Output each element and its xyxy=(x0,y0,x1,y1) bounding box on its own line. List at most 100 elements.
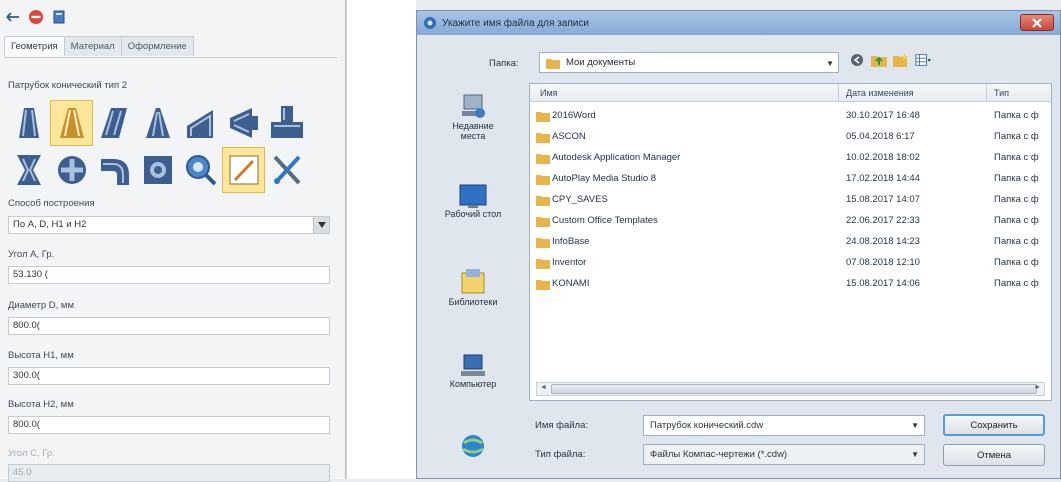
file-row[interactable]: AutoPlay Media Studio 8 17.02.2018 14:44… xyxy=(530,169,1051,190)
file-date: 10.02.2018 18:02 xyxy=(846,152,920,163)
place-computer-label: Компьютер xyxy=(449,379,497,389)
chevron-down-icon[interactable]: ▼ xyxy=(911,421,919,430)
tile-wedge-icon[interactable] xyxy=(180,101,221,145)
file-row[interactable]: ASCON 05.04.2018 6:17 Папка с ф xyxy=(530,127,1051,148)
col-type-header[interactable]: Тип xyxy=(994,88,1009,98)
folder-icon xyxy=(546,58,560,69)
place-desktop-label: Рабочий стол xyxy=(444,209,502,219)
tile-search-icon[interactable] xyxy=(180,148,221,192)
back-icon[interactable] xyxy=(849,52,865,68)
file-row[interactable]: Inventor 07.08.2018 12:10 Папка с ф xyxy=(530,253,1051,274)
view-menu-icon[interactable] xyxy=(915,52,931,68)
dialog-title: Укажите имя файла для записи xyxy=(442,17,589,29)
col-divider[interactable] xyxy=(986,84,987,102)
place-computer[interactable]: Компьютер xyxy=(423,351,523,389)
save-button[interactable]: Сохранить xyxy=(943,414,1045,436)
file-name: AutoPlay Media Studio 8 xyxy=(552,173,657,184)
angle-a-label: Угол A, Гр. xyxy=(8,249,55,260)
height-h2-input[interactable]: 800.0( xyxy=(8,416,330,434)
col-date-header[interactable]: Дата изменения xyxy=(846,88,914,98)
save-file-dialog: Укажите имя файла для записи Папка: Мои … xyxy=(416,10,1061,479)
tab-geometry[interactable]: Геометрия xyxy=(4,36,65,56)
tab-design[interactable]: Оформление xyxy=(120,36,194,56)
col-divider[interactable] xyxy=(838,84,839,102)
new-folder-icon[interactable] xyxy=(893,52,909,68)
chevron-down-icon[interactable] xyxy=(313,217,329,233)
tile-elbow-icon[interactable] xyxy=(94,148,135,192)
folder-label: Папка: xyxy=(489,58,519,69)
diameter-d-input[interactable]: 800.0( xyxy=(8,317,330,335)
stop-icon[interactable] xyxy=(27,8,45,26)
place-libraries[interactable]: Библиотеки xyxy=(423,267,523,307)
dialog-titlebar: Укажите имя файла для записи xyxy=(417,11,1060,35)
horizontal-scrollbar[interactable]: ◄ ► xyxy=(536,382,1045,396)
filetype-select[interactable]: Файлы Компас-чертежи (*.cdw) ▼ xyxy=(643,444,925,465)
tile-slanted-pipe-icon[interactable] xyxy=(94,101,135,145)
scroll-right-icon[interactable]: ► xyxy=(1034,384,1041,391)
tile-double-cone-icon[interactable] xyxy=(8,148,49,192)
up-folder-icon[interactable] xyxy=(871,52,887,68)
nav-toolbar xyxy=(849,52,931,68)
cancel-button[interactable]: Отмена xyxy=(943,444,1045,466)
libraries-icon xyxy=(461,269,485,294)
folder-icon xyxy=(536,217,550,227)
section-title: Патрубок конический тип 2 xyxy=(8,80,128,91)
file-type: Папка с ф xyxy=(994,173,1039,184)
filename-value: Патрубок конический.cdw xyxy=(650,420,764,431)
tile-straight-pipe-icon[interactable] xyxy=(8,101,49,145)
height-h1-input[interactable]: 300.0( xyxy=(8,367,330,385)
file-row[interactable]: Autodesk Application Manager 10.02.2018 … xyxy=(530,148,1051,169)
filename-input[interactable]: Патрубок конический.cdw ▼ xyxy=(643,415,925,436)
height-h1-label: Высота H1, мм xyxy=(8,350,74,361)
filetype-value: Файлы Компас-чертежи (*.cdw) xyxy=(650,449,788,460)
place-network[interactable] xyxy=(423,431,523,461)
file-row[interactable]: KONAMI 15.08.2017 14:06 Папка с ф xyxy=(530,274,1051,295)
place-desktop[interactable]: Рабочий стол xyxy=(423,183,523,219)
back-arrow-icon[interactable] xyxy=(4,8,22,26)
tile-tools-icon[interactable] xyxy=(266,148,307,192)
file-type: Папка с ф xyxy=(994,131,1039,142)
filename-label: Имя файла: xyxy=(535,420,589,431)
file-date: 05.04.2018 6:17 xyxy=(846,131,915,142)
file-name: 2016Word xyxy=(552,110,596,121)
file-row[interactable]: 2016Word 30.10.2017 16:48 Папка с ф xyxy=(530,106,1051,127)
tile-cone-icon[interactable] xyxy=(137,101,178,145)
col-name-header[interactable]: Имя xyxy=(540,88,558,98)
file-date: 17.02.2018 14:44 xyxy=(846,173,920,184)
tab-divider xyxy=(4,57,337,58)
tile-square-round-icon[interactable] xyxy=(137,148,178,192)
file-type: Папка с ф xyxy=(994,152,1039,163)
drawing-area xyxy=(346,0,416,479)
file-name: InfoBase xyxy=(552,236,590,247)
chevron-down-icon[interactable]: ▼ xyxy=(826,59,834,68)
chevron-down-icon[interactable]: ▼ xyxy=(911,450,919,459)
help-book-icon[interactable] xyxy=(50,8,68,26)
filetype-label: Тип файла: xyxy=(535,449,586,460)
folder-value: Мои документы xyxy=(566,57,636,68)
file-row[interactable]: CPY_SAVES 15.08.2017 14:07 Папка с ф xyxy=(530,190,1051,211)
tile-pencil-icon[interactable] xyxy=(222,147,265,193)
tile-side-cone-icon[interactable] xyxy=(223,101,264,145)
dialog-app-icon xyxy=(423,16,437,30)
tile-cross-icon[interactable] xyxy=(51,148,92,192)
scrollbar-thumb[interactable] xyxy=(551,384,1037,394)
file-type: Папка с ф xyxy=(994,194,1039,205)
panel-toolbar xyxy=(4,6,68,28)
angle-a-input[interactable]: 53.130 ( xyxy=(8,266,330,284)
construction-method-select[interactable]: По A, D, H1 и H2 xyxy=(8,216,330,234)
file-type: Папка с ф xyxy=(994,278,1039,289)
scroll-left-icon[interactable]: ◄ xyxy=(540,384,547,391)
file-row[interactable]: Custom Office Templates 22.06.2017 22:33… xyxy=(530,211,1051,232)
place-libraries-label: Библиотеки xyxy=(448,297,498,307)
place-recent[interactable]: Недавние места xyxy=(423,91,523,141)
tab-material[interactable]: Материал xyxy=(63,36,122,56)
tile-tee-icon[interactable] xyxy=(266,101,307,145)
file-row[interactable]: InfoBase 24.08.2018 14:23 Папка с ф xyxy=(530,232,1051,253)
file-name: ASCON xyxy=(552,131,586,142)
close-button[interactable] xyxy=(1020,14,1054,31)
file-list-header: Имя Дата изменения Тип xyxy=(530,84,1051,102)
close-icon xyxy=(1032,17,1042,28)
tile-conical-pipe-icon[interactable] xyxy=(50,100,93,146)
folder-icon xyxy=(536,238,550,248)
folder-select[interactable]: Мои документы ▼ xyxy=(539,52,839,73)
